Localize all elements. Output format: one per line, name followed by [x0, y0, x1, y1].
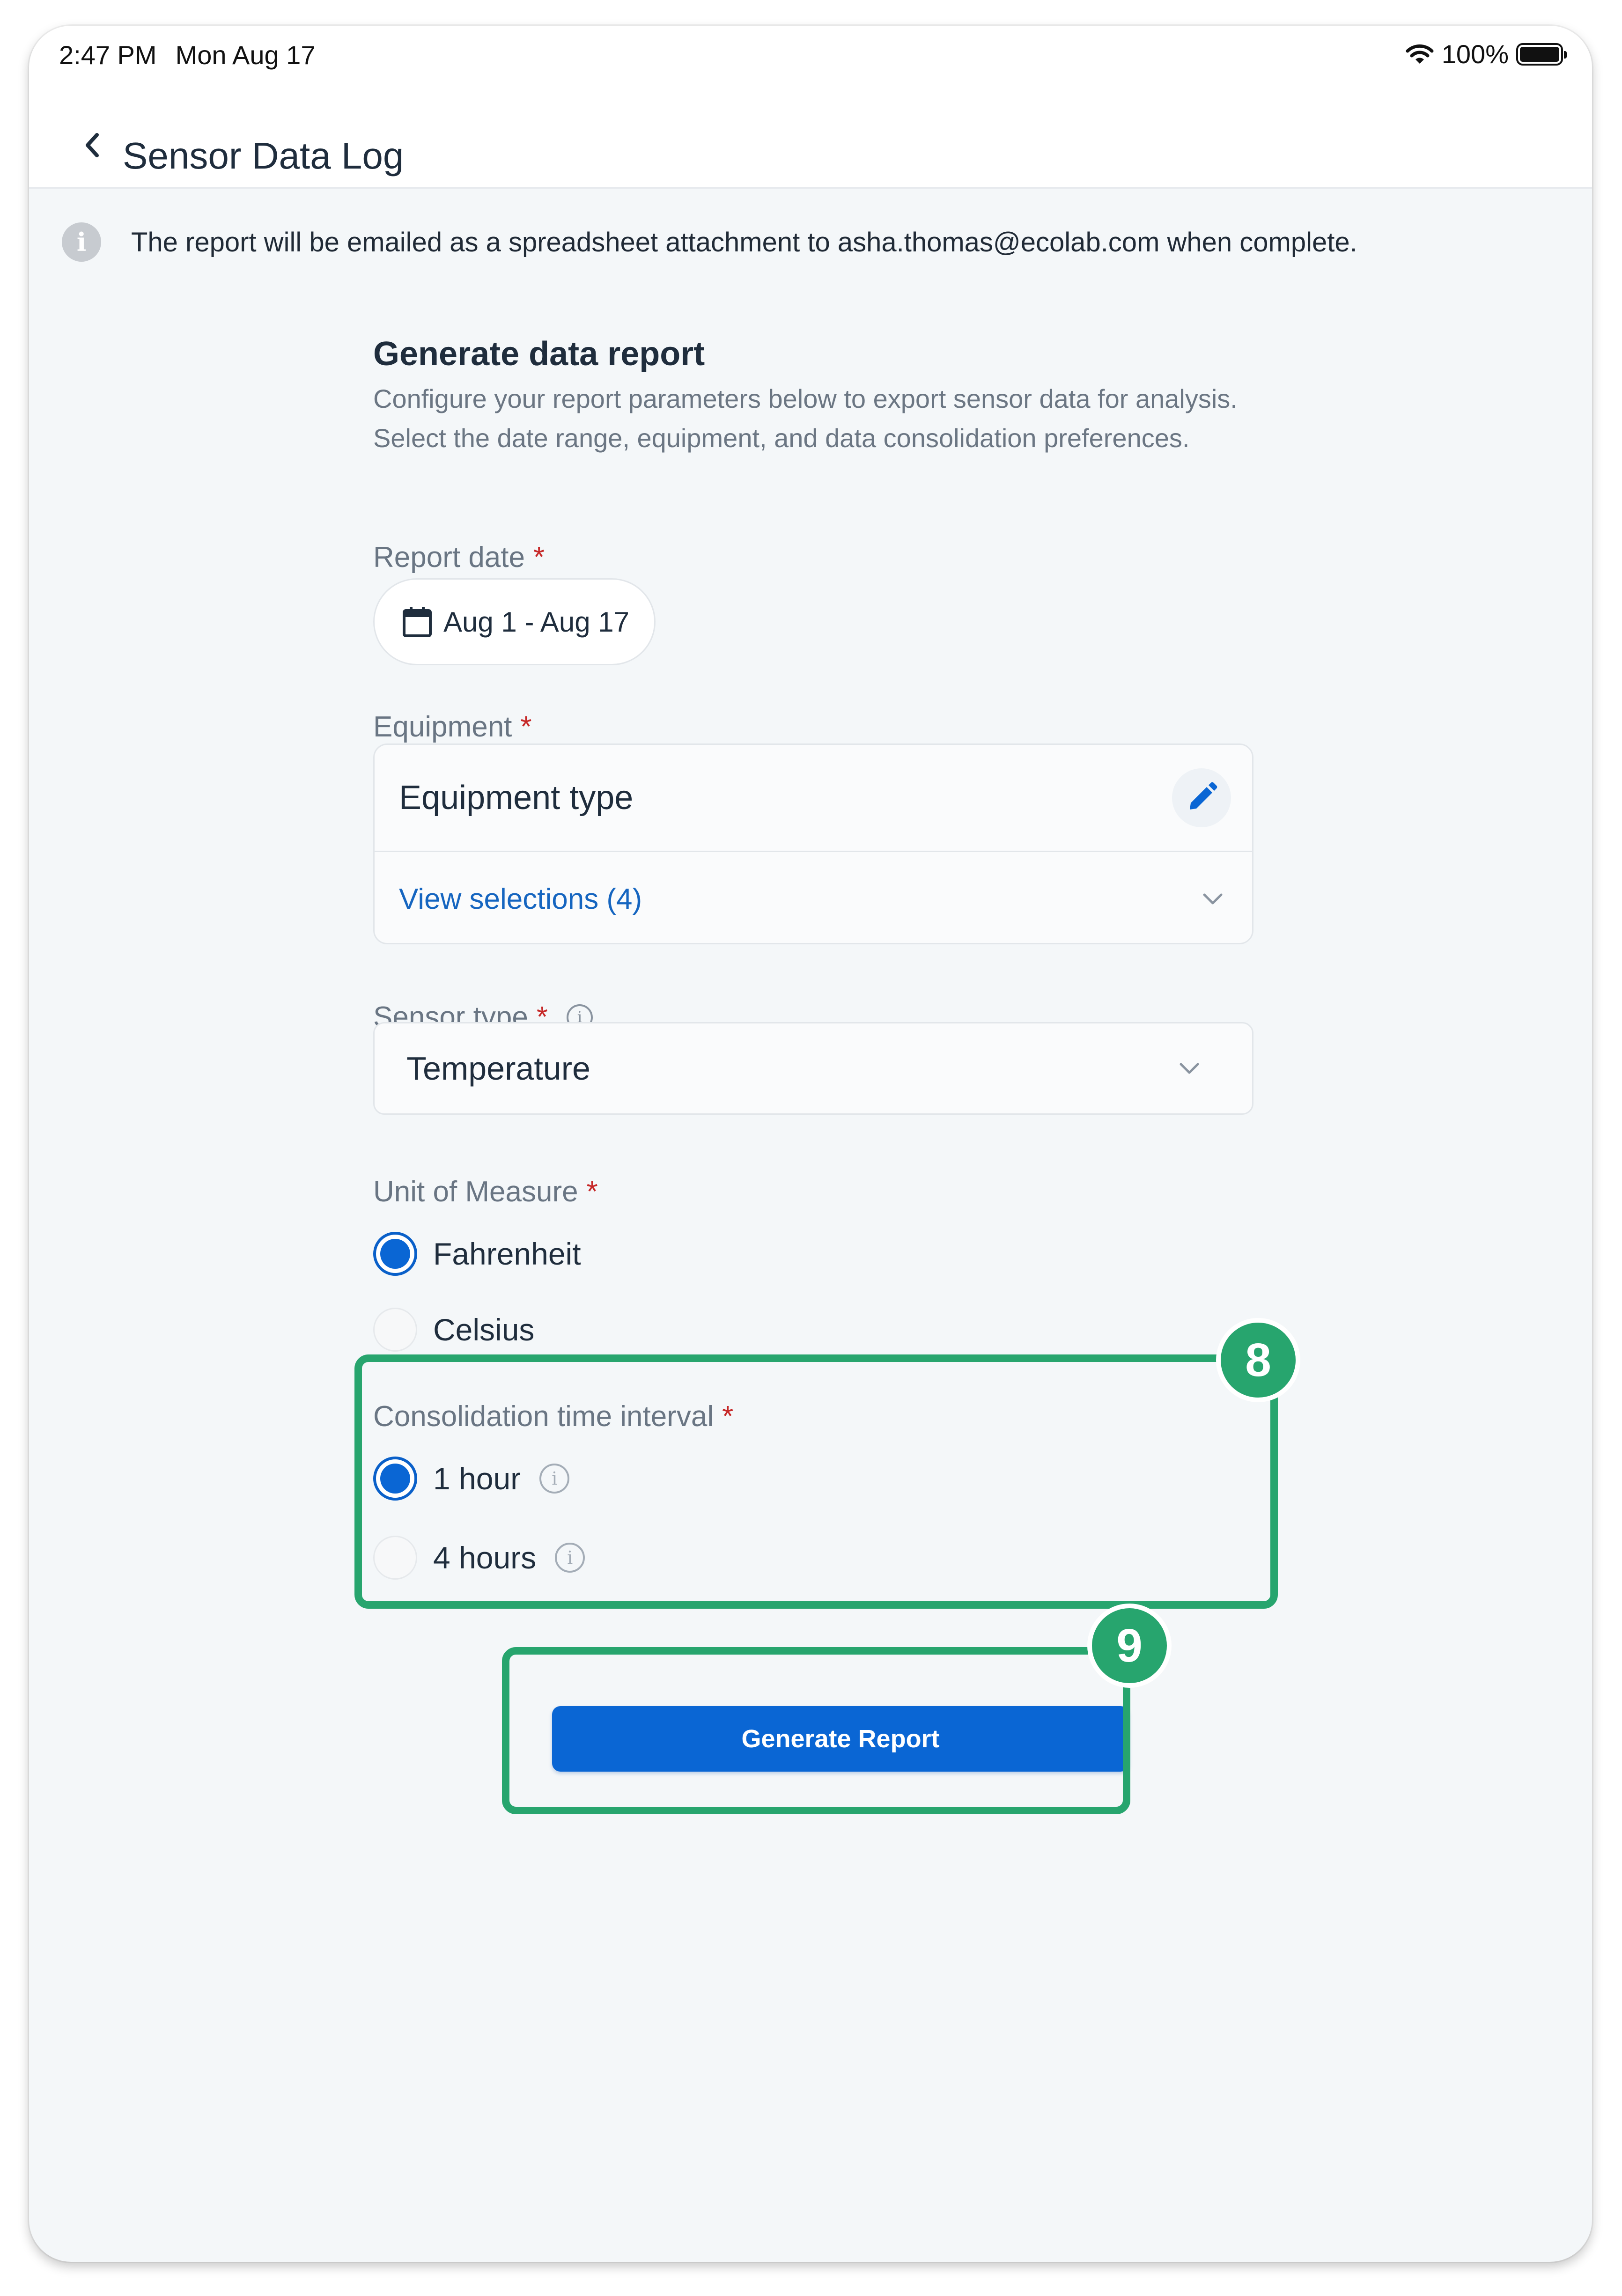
wifi-icon: [1406, 44, 1434, 64]
top-bar: 2:47 PM Mon Aug 17 100% Sensor Data Log: [29, 26, 1592, 189]
callout-badge-9: 9: [1087, 1604, 1172, 1688]
callout-consolidation: [354, 1354, 1278, 1609]
status-time: 2:47 PM Mon Aug 17: [59, 40, 334, 70]
view-selections-toggle[interactable]: View selections (4): [375, 852, 1252, 946]
radio-button[interactable]: [373, 1308, 417, 1352]
tablet-screen: 2:47 PM Mon Aug 17 100% Sensor Data Log i…: [29, 26, 1592, 2262]
required-marker: *: [586, 1176, 598, 1208]
radio-celsius[interactable]: Celsius: [373, 1308, 534, 1352]
equipment-label-text: Equipment: [373, 711, 512, 743]
info-banner: i The report will be emailed as a spread…: [62, 222, 1357, 262]
unit-label-text: Unit of Measure: [373, 1176, 578, 1208]
page-title: Sensor Data Log: [123, 135, 404, 177]
form-heading: Generate data report: [373, 335, 705, 373]
required-marker: *: [533, 541, 545, 574]
edit-equipment-button[interactable]: [1172, 768, 1231, 827]
chevron-down-icon: [1180, 1063, 1199, 1074]
equipment-card: Equipment type View selections (4): [373, 743, 1253, 944]
radio-label: Fahrenheit: [433, 1236, 581, 1271]
radio-button[interactable]: [373, 1232, 417, 1276]
back-button[interactable]: [69, 122, 116, 169]
chevron-down-icon: [1203, 893, 1223, 905]
equipment-type-row: Equipment type: [375, 745, 1252, 852]
info-icon: i: [62, 222, 101, 262]
form-description: Configure your report parameters below t…: [373, 384, 1238, 453]
clock: 2:47 PM: [59, 40, 157, 70]
view-selections-link[interactable]: View selections (4): [399, 883, 642, 916]
pencil-icon: [1190, 782, 1217, 809]
report-date-label: Report date *: [373, 541, 545, 574]
equipment-label: Equipment *: [373, 710, 532, 743]
report-date-label-text: Report date: [373, 541, 525, 574]
required-marker: *: [520, 711, 532, 743]
sensor-type-select[interactable]: Temperature: [373, 1022, 1253, 1115]
battery-percent: 100%: [1441, 39, 1509, 69]
callout-generate-button: [502, 1647, 1130, 1814]
unit-of-measure-label: Unit of Measure *: [373, 1175, 598, 1208]
info-banner-text: The report will be emailed as a spreadsh…: [131, 227, 1357, 258]
date: Mon Aug 17: [175, 40, 316, 70]
radio-label: Celsius: [433, 1312, 535, 1347]
callout-badge-8: 8: [1216, 1318, 1300, 1402]
calendar-icon: [403, 607, 432, 637]
equipment-type-text: Equipment type: [399, 779, 634, 817]
date-range-picker[interactable]: Aug 1 - Aug 17: [373, 578, 656, 665]
radio-fahrenheit[interactable]: Fahrenheit: [373, 1232, 581, 1276]
chevron-left-icon: [86, 133, 99, 157]
date-range-value: Aug 1 - Aug 17: [443, 606, 629, 638]
sensor-type-value: Temperature: [406, 1050, 590, 1087]
battery-icon: [1516, 43, 1567, 66]
status-indicators: 100%: [1405, 39, 1567, 69]
